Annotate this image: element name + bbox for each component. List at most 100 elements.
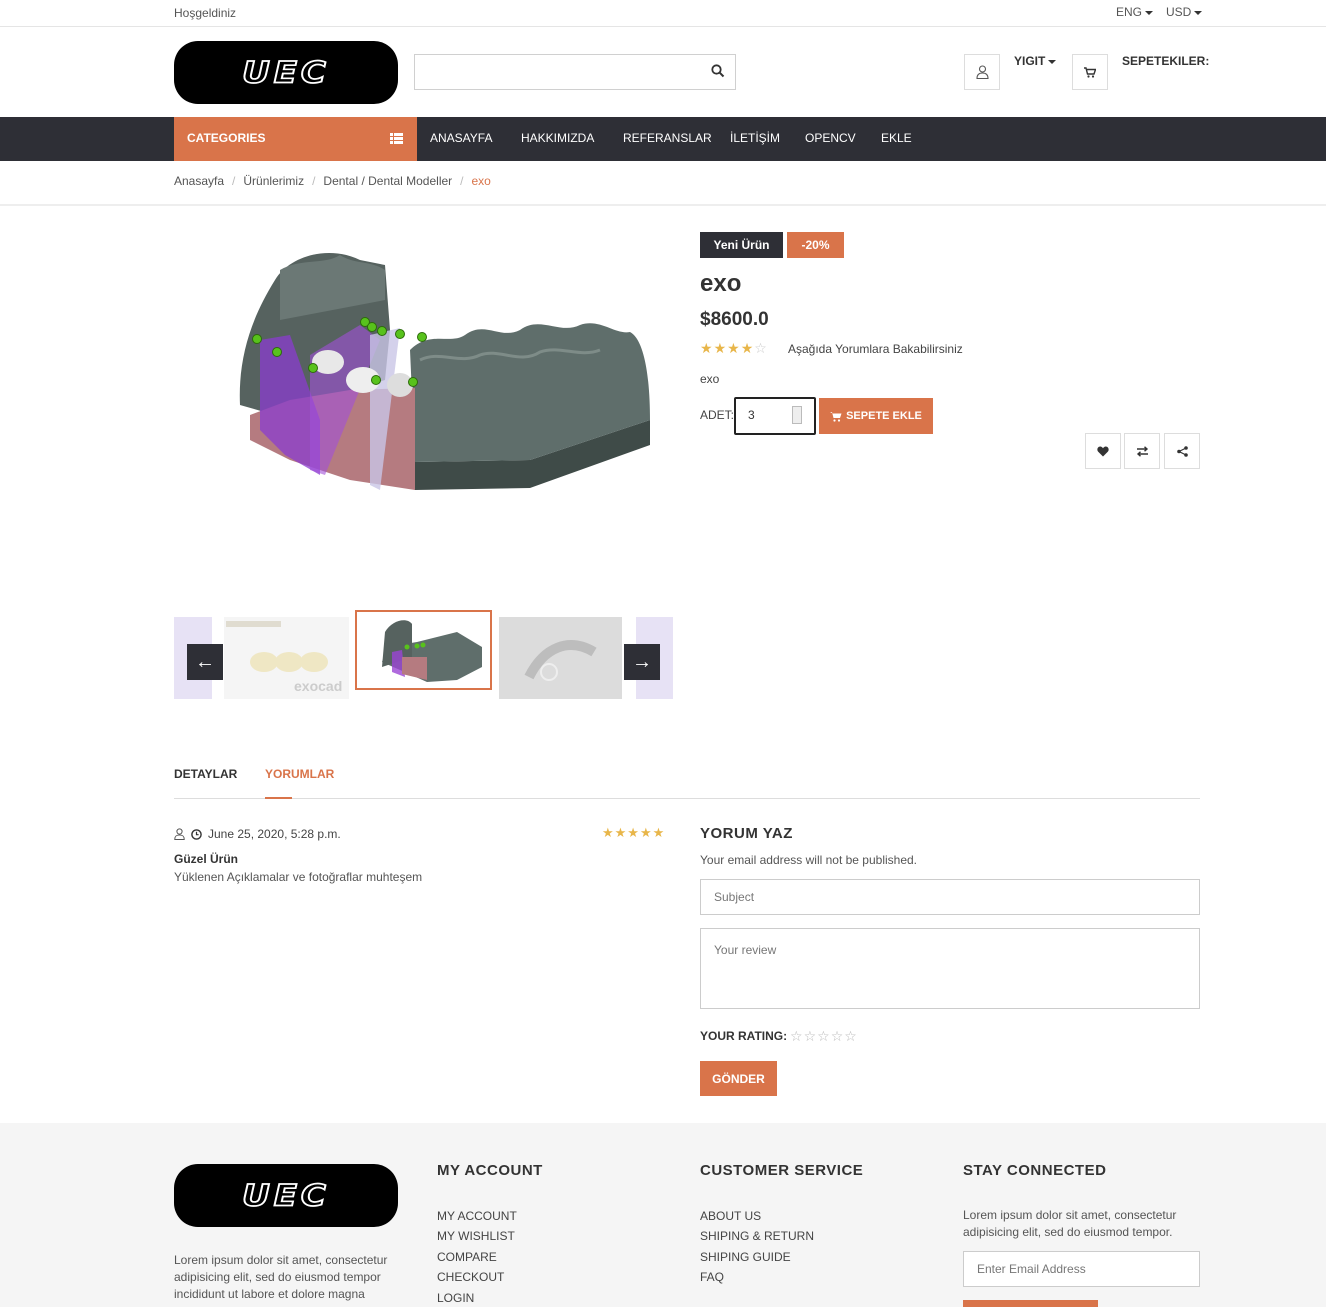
star-empty-icon[interactable]: ☆ bbox=[817, 1028, 831, 1044]
thumbnail-image bbox=[499, 617, 622, 699]
product-main-image[interactable] bbox=[230, 240, 660, 500]
categories-label: CATEGORIES bbox=[187, 131, 266, 145]
submit-review-button[interactable]: GÖNDER bbox=[700, 1061, 777, 1096]
caret-down-icon bbox=[1145, 10, 1154, 15]
next-arrow-button[interactable]: → bbox=[624, 644, 660, 680]
caret-down-icon bbox=[1194, 10, 1203, 15]
logo-text: UEC bbox=[241, 55, 330, 91]
nav-item-anasayfa[interactable]: ANASAYFA bbox=[430, 131, 492, 145]
rating-label: YOUR RATING: bbox=[700, 1029, 788, 1043]
footer-link-wishlist[interactable]: MY WISHLIST bbox=[437, 1229, 515, 1243]
logo-text: UEC bbox=[241, 1178, 330, 1214]
tab-divider bbox=[174, 798, 1200, 799]
categories-button[interactable]: CATEGORIES bbox=[174, 117, 417, 161]
breadcrumb-products[interactable]: Ürünlerimiz bbox=[243, 174, 304, 188]
main-nav: CATEGORIES ANASAYFA HAKKIMIZDA REFERANSL… bbox=[0, 117, 1326, 161]
user-menu[interactable]: YIGIT bbox=[1014, 54, 1057, 68]
footer-link-login[interactable]: LOGIN bbox=[437, 1291, 474, 1305]
rating-input[interactable]: ☆☆☆☆☆ bbox=[790, 1028, 858, 1045]
review-form-note: Your email address will not be published… bbox=[700, 853, 918, 867]
prev-arrow-button[interactable]: ← bbox=[187, 644, 223, 680]
review-textarea[interactable]: Your review bbox=[700, 928, 1200, 1009]
footer-link-my-account[interactable]: MY ACCOUNT bbox=[437, 1209, 517, 1223]
star-filled-icon: ★ bbox=[700, 340, 714, 356]
review-form-title: YORUM YAZ bbox=[700, 825, 793, 842]
footer-connected-text: Lorem ipsum dolor sit amet, consectetur … bbox=[963, 1208, 1177, 1239]
exchange-icon bbox=[1136, 445, 1148, 457]
caret-down-icon bbox=[1048, 59, 1057, 64]
share-button[interactable] bbox=[1164, 433, 1200, 469]
newsletter-email-input[interactable]: Enter Email Address bbox=[963, 1251, 1200, 1287]
star-empty-icon[interactable]: ☆ bbox=[804, 1028, 818, 1044]
product-price: $8600.0 bbox=[700, 309, 769, 330]
currency-dropdown[interactable]: USD bbox=[1166, 5, 1203, 19]
thumbnail-selected[interactable] bbox=[355, 610, 492, 690]
breadcrumb-home[interactable]: Anasayfa bbox=[174, 174, 224, 188]
star-empty-icon[interactable]: ☆ bbox=[831, 1028, 845, 1044]
short-description: exo bbox=[700, 372, 720, 386]
account-button[interactable] bbox=[964, 54, 1000, 90]
newsletter-subscribe-button[interactable] bbox=[963, 1300, 1098, 1307]
breadcrumb-current: exo bbox=[471, 174, 491, 188]
active-tab-indicator bbox=[265, 797, 292, 799]
compare-button[interactable] bbox=[1124, 433, 1160, 469]
review-meta: June 25, 2020, 5:28 p.m. bbox=[174, 827, 341, 841]
subject-input[interactable]: Subject bbox=[700, 879, 1200, 915]
footer-about-text: Lorem ipsum dolor sit amet, consectetur … bbox=[174, 1253, 388, 1301]
wishlist-button[interactable] bbox=[1085, 433, 1121, 469]
cart-button[interactable] bbox=[1072, 54, 1108, 90]
footer-logo[interactable]: UEC bbox=[174, 1164, 398, 1227]
language-value: ENG bbox=[1116, 5, 1143, 19]
tab-details[interactable]: DETAYLAR bbox=[174, 767, 237, 781]
list-icon bbox=[390, 133, 403, 144]
star-empty-icon[interactable]: ☆ bbox=[790, 1028, 804, 1044]
footer-connected-title: STAY CONNECTED bbox=[963, 1162, 1107, 1179]
add-to-cart-button[interactable]: SEPETE EKLE bbox=[819, 398, 933, 434]
reviews-link[interactable]: Aşağıda Yorumlara Bakabilirsiniz bbox=[788, 342, 963, 356]
footer-link-shipping-guide[interactable]: SHIPING GUIDE bbox=[700, 1250, 791, 1264]
new-badge: Yeni Ürün bbox=[700, 232, 783, 258]
welcome-text: Hoşgeldiniz bbox=[174, 6, 237, 20]
footer-link-faq[interactable]: FAQ bbox=[700, 1270, 724, 1284]
breadcrumb-category[interactable]: Dental / Dental Modeller bbox=[323, 174, 452, 188]
site-logo[interactable]: UEC bbox=[174, 41, 398, 104]
nav-item-ekle[interactable]: EKLE bbox=[881, 131, 912, 145]
footer-link-checkout[interactable]: CHECKOUT bbox=[437, 1270, 504, 1284]
cart-icon bbox=[1084, 66, 1096, 78]
cart-icon bbox=[830, 411, 842, 422]
top-bar: Hoşgeldiniz ENG USD bbox=[0, 0, 1326, 27]
currency-value: USD bbox=[1166, 5, 1192, 19]
thumbnail[interactable]: exocad bbox=[224, 617, 349, 699]
quantity-stepper[interactable]: 3 bbox=[734, 397, 816, 435]
nav-item-iletisim[interactable]: İLETİŞİM bbox=[730, 131, 780, 145]
heart-icon bbox=[1097, 446, 1109, 456]
user-icon bbox=[975, 65, 989, 79]
review-date: June 25, 2020, 5:28 p.m. bbox=[208, 827, 341, 841]
nav-item-referanslar[interactable]: REFERANSLAR bbox=[623, 131, 712, 145]
spinner-arrows-icon[interactable] bbox=[792, 406, 802, 424]
discount-badge: -20% bbox=[787, 232, 844, 258]
divider bbox=[0, 204, 1326, 206]
footer-link-compare[interactable]: COMPARE bbox=[437, 1250, 497, 1264]
product-title: exo bbox=[700, 270, 742, 297]
search-icon[interactable] bbox=[711, 64, 725, 78]
clock-icon bbox=[191, 828, 202, 840]
share-icon bbox=[1176, 445, 1188, 457]
star-empty-icon[interactable]: ☆ bbox=[844, 1028, 858, 1044]
star-filled-icon: ★ bbox=[727, 340, 741, 356]
thumbnail[interactable] bbox=[499, 617, 622, 699]
footer-service-title: CUSTOMER SERVICE bbox=[700, 1162, 864, 1179]
cart-label[interactable]: SEPETEKILER: bbox=[1122, 54, 1209, 68]
tab-reviews[interactable]: YORUMLAR bbox=[265, 767, 334, 781]
nav-item-hakkimizda[interactable]: HAKKIMIZDA bbox=[521, 131, 594, 145]
footer-link-about[interactable]: ABOUT US bbox=[700, 1209, 761, 1223]
arrow-left-icon: ← bbox=[195, 650, 215, 673]
language-dropdown[interactable]: ENG bbox=[1116, 5, 1154, 19]
star-filled-icon: ★ bbox=[740, 340, 755, 356]
search-input[interactable] bbox=[414, 54, 736, 90]
quantity-value: 3 bbox=[748, 408, 755, 422]
quantity-label: ADET: bbox=[700, 408, 735, 422]
nav-item-opencv[interactable]: OPENCV bbox=[805, 131, 856, 145]
footer-link-shipping-return[interactable]: SHIPING & RETURN bbox=[700, 1229, 814, 1243]
review-title: Güzel Ürün bbox=[174, 852, 239, 866]
